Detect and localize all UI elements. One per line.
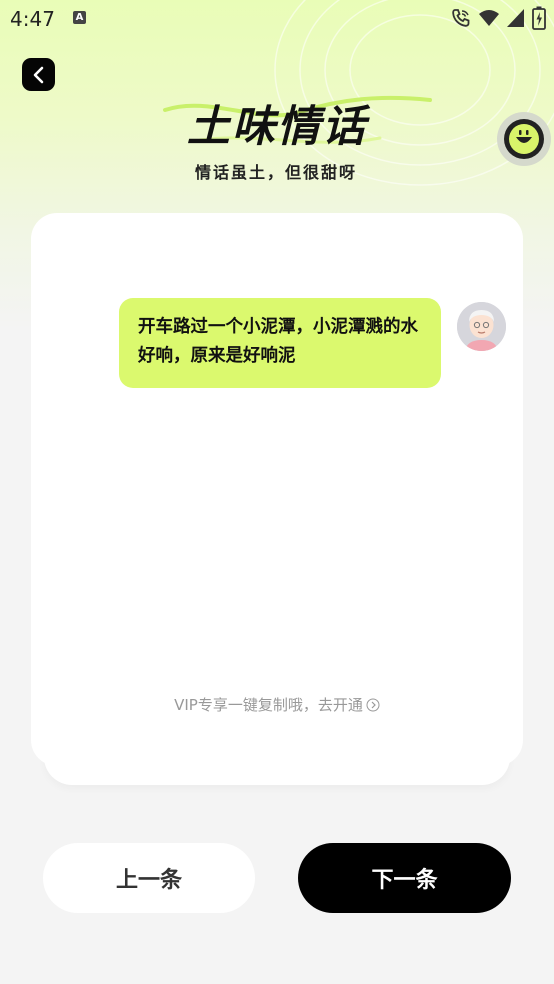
page-subtitle: 情话虽土，但很甜呀 — [194, 163, 357, 182]
wifi-icon — [479, 10, 499, 26]
vip-hint-link[interactable]: VIP专享一键复制哦，去开通 — [0, 694, 554, 715]
status-bar: 4:47 A — [0, 0, 554, 36]
battery-icon — [532, 6, 546, 30]
status-icons — [450, 6, 546, 30]
status-time: 4:47 — [10, 7, 55, 31]
next-button[interactable]: 下一条 — [298, 843, 511, 913]
mascot-button[interactable] — [497, 112, 551, 166]
circle-chevron-right-icon — [366, 698, 380, 711]
message-bubble: 开车路过一个小泥潭，小泥潭溅的水好响，原来是好响泥 — [119, 298, 441, 388]
previous-button[interactable]: 上一条 — [43, 843, 255, 913]
message-card — [31, 213, 523, 766]
vip-hint-text: VIP专享一键复制哦，去开通 — [174, 696, 363, 714]
a-icon: A — [73, 11, 86, 24]
elderly-woman-avatar — [457, 302, 506, 351]
signal-icon — [507, 9, 524, 27]
page-title: 土味情话 — [187, 102, 367, 152]
chevron-left-icon — [33, 66, 43, 83]
back-button[interactable] — [22, 58, 55, 91]
wifi-call-icon — [452, 9, 470, 27]
smiley-mascot-icon — [504, 119, 544, 159]
